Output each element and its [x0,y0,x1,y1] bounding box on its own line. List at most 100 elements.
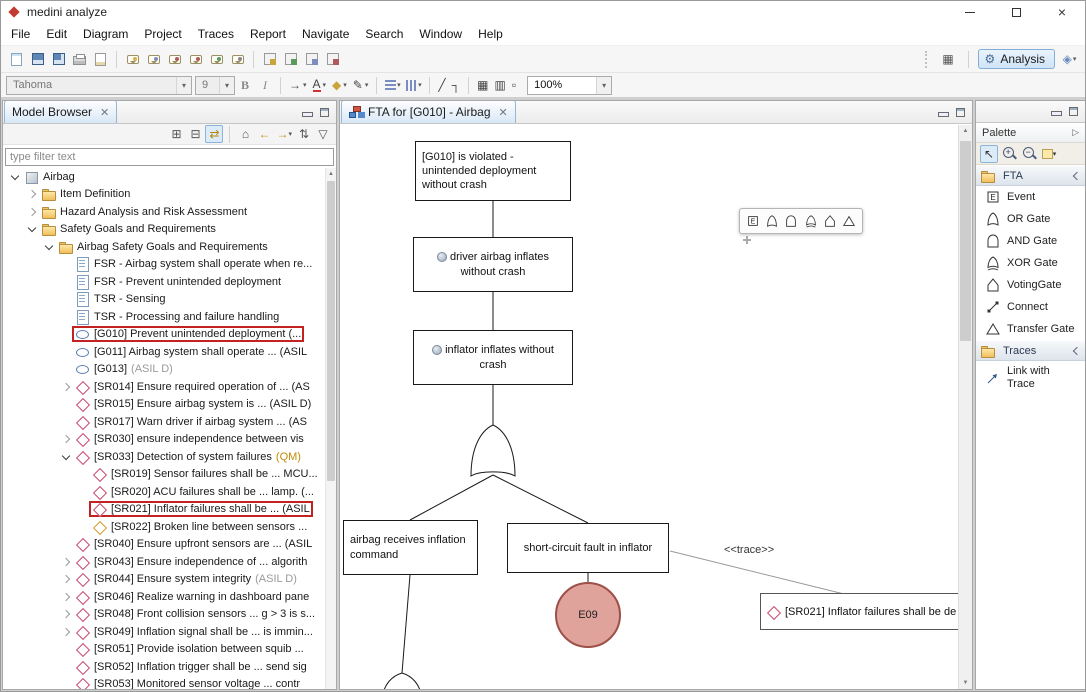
palette-item-votinggate[interactable]: VotingGate [976,274,1085,296]
tree-item-sr033-detection-of-sys[interactable]: [SR033] Detection of system failures(QM) [3,448,325,466]
view-menu-button[interactable]: ▽ [314,125,332,143]
page-bounds-toggle[interactable]: ▫ [509,75,519,95]
fta-diagram-canvas[interactable]: [G010] is violated - unintended deployme… [340,125,958,689]
or-gate-icon[interactable] [765,214,779,228]
collapse-all-button[interactable]: ⊟ [186,125,204,143]
tree-expand-arrow[interactable] [24,191,39,197]
tree-item-tsr-processing-and-fai[interactable]: TSR - Processing and failure handling [3,308,325,326]
italic-button[interactable]: I [255,75,275,95]
menu-file[interactable]: File [3,24,38,44]
comment-user-icon[interactable] [228,50,247,69]
font-color-tool[interactable]: A▾ [310,75,330,95]
maximize-view-icon[interactable] [320,108,329,117]
tree-item-sr046-realize-warning[interactable]: [SR046] Realize warning in dashboard pan… [3,588,325,606]
menu-edit[interactable]: Edit [38,24,75,44]
event-gate-icon[interactable]: E [746,214,760,228]
toolbar-grip[interactable] [925,51,929,68]
tree-scrollbar[interactable]: ▲ [325,168,336,689]
link-with-editor-button[interactable]: ⇄ [205,125,223,143]
export-icon[interactable] [91,50,110,69]
tree-item-sr020-acu-failures-sha[interactable]: [SR020] ACU failures shall be ... lamp. … [3,483,325,501]
tree-expand-arrow[interactable] [24,209,39,215]
palette-item-and-gate[interactable]: AND Gate [976,230,1085,252]
tree-item-hazard-analysis-and-risk[interactable]: Hazard Analysis and Risk Assessment [3,203,325,221]
tree-item-sr014-ensure-required[interactable]: [SR014] Ensure required operation of ...… [3,378,325,396]
tree-expand-arrow[interactable] [58,384,73,390]
palette-header[interactable]: Palette ▷ [976,123,1085,143]
menu-search[interactable]: Search [357,24,411,44]
zoom-out-tool[interactable] [1020,145,1038,163]
font-family-combo[interactable]: Tahoma ▾ [6,76,192,95]
report-gen-icon[interactable] [323,50,342,69]
close-button[interactable]: × [1039,1,1085,23]
tree-item-sr030-ensure-independe[interactable]: [SR030] ensure independence between vis [3,431,325,449]
tree-expand-arrow[interactable] [41,245,56,249]
new-model-icon[interactable] [7,50,26,69]
editor-scrollbar[interactable]: ▲ ▼ [958,125,972,689]
sort-button[interactable]: ⇅ [295,125,313,143]
tree-item-g013[interactable]: [G013](ASIL D) [3,361,325,379]
menu-navigate[interactable]: Navigate [294,24,357,44]
maximize-view-icon[interactable] [956,108,965,117]
diagonal-route-tool[interactable]: ╱ [435,75,448,95]
other-perspective-button[interactable]: ◈ ▾ [1060,50,1079,69]
comment-resolve-icon[interactable] [207,50,226,69]
minimize-view-icon[interactable] [938,108,948,117]
model-browser-tab[interactable]: Model Browser ✕ [4,100,117,123]
scrollbar-thumb[interactable] [327,181,335,481]
and-gate-icon[interactable] [784,214,798,228]
font-size-combo[interactable]: 9 ▾ [195,76,235,95]
comment-show-icon[interactable] [144,50,163,69]
tree-expand-arrow[interactable] [58,436,73,442]
zoom-in-tool[interactable] [1000,145,1018,163]
tree-expand-arrow[interactable] [7,175,22,179]
lock-icon[interactable] [260,50,279,69]
tree-expand-arrow[interactable] [58,594,73,600]
fta-intermediate-node-2[interactable]: inflator inflates without crash [413,330,573,385]
xor-gate-icon[interactable] [804,214,818,228]
tree-expand-arrow[interactable] [58,611,73,617]
fill-color-tool[interactable]: ◆▾ [329,75,350,95]
tree-item-sr017-warn-driver-if-a[interactable]: [SR017] Warn driver if airbag system ...… [3,413,325,431]
tree-item-tsr-sensing[interactable]: TSR - Sensing [3,291,325,309]
selection-tool[interactable]: ↖ [980,145,998,163]
palette-item-event[interactable]: EEvent [976,186,1085,208]
close-icon[interactable]: ✕ [499,106,508,119]
zoom-combo[interactable]: 100% ▾ [527,76,612,95]
menu-traces[interactable]: Traces [190,24,242,44]
trace-target-node[interactable]: [SR021] Inflator failures shall be de [760,593,958,630]
tree-item-fsr-airbag-system-shal[interactable]: FSR - Airbag system shall operate when r… [3,256,325,274]
collapse-palette-icon[interactable]: ▷ [1072,127,1079,138]
tree-item-airbag-safety-goals-and[interactable]: Airbag Safety Goals and Requirements [3,238,325,256]
open-perspective-button[interactable]: ▦ [939,50,958,69]
tree-item-sr049-inflation-signal[interactable]: [SR049] Inflation signal shall be ... is… [3,623,325,641]
scroll-up-icon[interactable]: ▲ [326,168,336,180]
comment-prev-icon[interactable] [165,50,184,69]
tree-item-fsr-prevent-unintended[interactable]: FSR - Prevent unintended deployment [3,273,325,291]
minimize-button[interactable] [947,1,993,23]
print-icon[interactable] [70,50,89,69]
tree-item-sr021-inflator-failure[interactable]: [SR021] Inflator failures shall be ... (… [3,501,325,519]
palette-drawer-traces[interactable]: Traces [976,340,1085,361]
scroll-down-icon[interactable]: ▼ [959,677,972,689]
tree-item-sr040-ensure-upfront-s[interactable]: [SR040] Ensure upfront sensors are ... (… [3,536,325,554]
snap-toggle[interactable]: ▥ [491,75,508,95]
voting-gate-icon[interactable] [823,214,837,228]
comment-add-icon[interactable] [123,50,142,69]
tree-item-safety-goals-and-require[interactable]: Safety Goals and Requirements [3,221,325,239]
comment-next-icon[interactable] [186,50,205,69]
scroll-up-icon[interactable]: ▲ [959,125,972,137]
quick-palette-handle[interactable] [743,236,751,244]
tree-item-sr048-front-collision[interactable]: [SR048] Front collision sensors ... g > … [3,606,325,624]
model-check-icon[interactable] [281,50,300,69]
basic-event-circle[interactable]: E09 [555,582,621,648]
drawer-pin-icon[interactable] [1071,171,1081,181]
maximize-view-icon[interactable] [1069,107,1078,116]
distribute-tool[interactable]: ▾ [404,76,423,95]
scrollbar-thumb[interactable] [960,141,971,341]
orthogonal-route-tool[interactable]: ┐ [449,75,464,95]
bold-button[interactable]: B [235,75,255,95]
menu-report[interactable]: Report [242,24,294,44]
note-tool[interactable]: ▾ [1040,145,1058,163]
grid-toggle[interactable]: ▦ [474,75,491,95]
